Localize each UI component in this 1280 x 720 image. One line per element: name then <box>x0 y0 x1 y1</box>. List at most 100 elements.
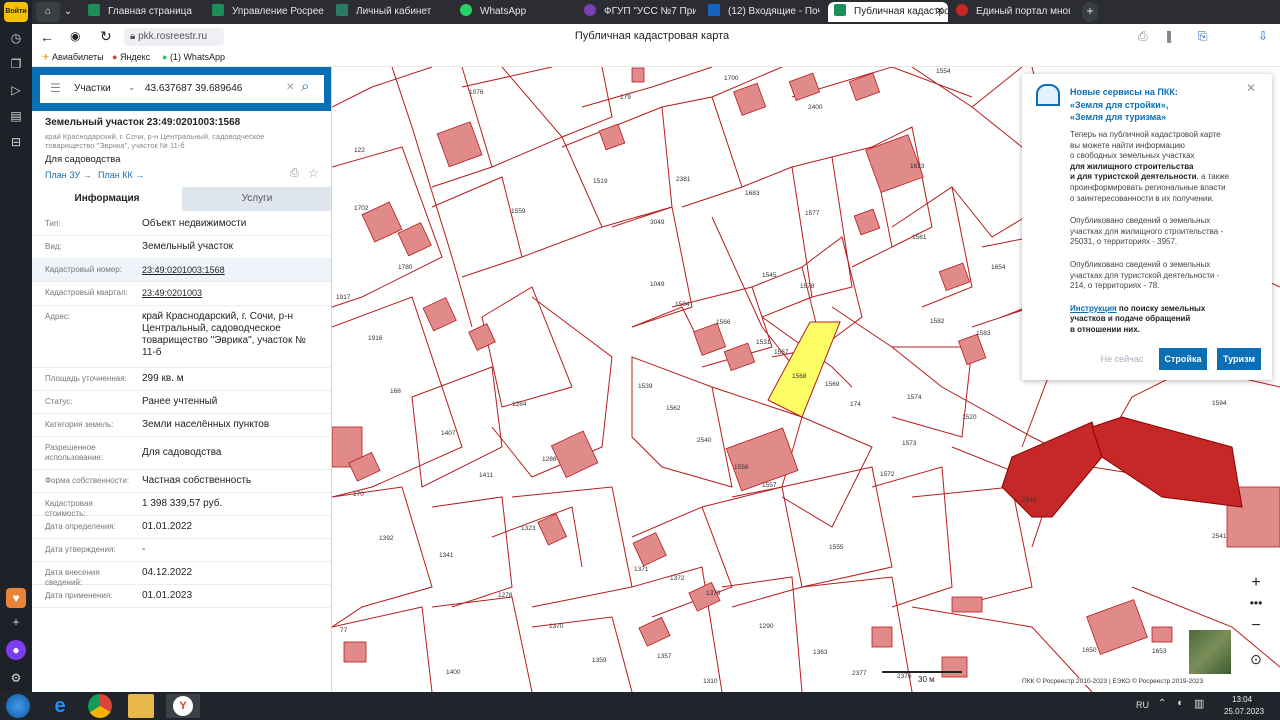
tray-arrow-icon[interactable]: ⌃ <box>1158 698 1166 709</box>
clear-icon[interactable]: ✕ <box>286 82 294 93</box>
tab-fgup[interactable]: ФГУП "УСС №7 При Сп <box>584 2 696 22</box>
cadastral-quarter-link[interactable]: 23:49:0201003 <box>142 287 322 299</box>
print-icon[interactable]: ⎙ <box>290 167 299 180</box>
tab-pkk[interactable]: Публичная кадастров ✕ <box>828 2 948 22</box>
map-label: 1583 <box>976 330 991 337</box>
map-label: 1531 <box>756 339 771 346</box>
table-row: Дата применения: 01.01.2023 <box>32 585 331 608</box>
play-icon[interactable]: ▷ <box>6 80 26 100</box>
back-icon[interactable]: ← <box>40 29 54 45</box>
more-icon[interactable]: ••• <box>1244 596 1268 616</box>
add-icon[interactable]: + <box>6 612 26 632</box>
collections-icon[interactable]: ❐ <box>6 54 26 74</box>
map-label: 1702 <box>354 205 369 212</box>
map-label: 2540 <box>697 437 712 444</box>
zoom-in-button[interactable]: + <box>1244 574 1268 594</box>
close-icon[interactable]: ✕ <box>1246 81 1256 95</box>
search-box: ☰ Участки ⌄ 43.637687 39.689646 ✕ ⌕ <box>40 75 324 103</box>
map-label: 1545 <box>762 272 777 279</box>
tab-info[interactable]: Информация <box>32 187 182 211</box>
address-bar: ← ◉ ↻ 🔒︎ pkk.rosreestr.ru Публичная када… <box>32 24 1280 50</box>
map-label: 1654 <box>991 264 1006 271</box>
alice-icon[interactable]: ● <box>6 640 26 660</box>
map-label: 1594 <box>1212 400 1227 407</box>
yandex-browser-icon[interactable]: Y <box>166 694 200 718</box>
tab-mail[interactable]: (12) Входящие - Почта <box>708 2 820 22</box>
chevron-down-icon[interactable]: ⌄ <box>128 82 136 93</box>
yandex-icon: ● <box>112 52 120 62</box>
map-label: 1411 <box>479 472 493 479</box>
clock-time: 13:04 <box>1232 695 1253 704</box>
map-label: 1567 <box>774 349 789 356</box>
map-label: 1581 <box>912 234 927 241</box>
ie-icon[interactable]: e <box>48 694 72 718</box>
tab-favicon <box>956 4 968 16</box>
yandex-logo[interactable]: Войти <box>4 2 28 22</box>
zoom-out-button[interactable]: − <box>1244 617 1268 637</box>
tab-home-icon[interactable]: ⌂ <box>36 2 60 22</box>
notes-icon[interactable]: ▤ <box>6 106 26 126</box>
plan-kk-link[interactable]: План КК → <box>98 170 144 180</box>
star-icon[interactable]: ☆ <box>308 166 319 180</box>
table-row: Адрес: край Краснодарский, г. Сочи, р-н Ц… <box>32 306 331 368</box>
share-icon[interactable]: ⎘ <box>1198 29 1208 44</box>
plan-zu-link[interactable]: План ЗУ → <box>45 170 92 180</box>
map-label: 1554 <box>936 68 951 75</box>
new-services-popup: ✕ Новые сервисы на ПКК: «Земля для строй… <box>1022 74 1272 380</box>
bookmark-yandex[interactable]: ● Яндекс <box>112 52 150 62</box>
tab-favicon <box>834 4 846 16</box>
translate-icon[interactable]: ⎙ <box>1138 29 1148 44</box>
map-label: 1584 <box>675 301 690 308</box>
satellite-thumbnail[interactable] <box>1188 629 1232 675</box>
network-icon[interactable]: ▥ <box>1194 697 1204 710</box>
tab-lichny[interactable]: Личный кабинет <box>336 2 448 22</box>
parcel-purpose: Для садоводства <box>45 154 121 165</box>
tab-whatsapp[interactable]: WhatsApp <box>460 2 572 22</box>
profile-icon[interactable]: ◉ <box>70 29 80 43</box>
tab-services[interactable]: Услуги <box>182 187 331 211</box>
tab-menu-icon[interactable]: ⌄ <box>62 2 74 22</box>
downloads-icon[interactable]: ⊟ <box>6 132 26 152</box>
bookmark-aviabilety[interactable]: ✈ Авиабилеты <box>42 52 104 63</box>
popup-text: о свободных земельных участках <box>1070 151 1195 161</box>
chrome-icon[interactable] <box>88 694 112 718</box>
settings-icon[interactable]: ⚙ <box>6 668 26 688</box>
map-label: 1566 <box>716 319 731 326</box>
bookmark-icon[interactable]: ❚ <box>1164 29 1174 43</box>
location-icon[interactable]: ⊙ <box>1246 651 1266 671</box>
app-icon[interactable]: ♥ <box>6 588 26 608</box>
new-tab-button[interactable]: + <box>1082 2 1098 22</box>
start-icon[interactable] <box>6 694 30 718</box>
volume-icon[interactable]: ◖ <box>1176 697 1183 709</box>
tab-gosuslugi[interactable]: Единый портал многоф <box>956 2 1070 22</box>
map-label: 1290 <box>759 623 774 630</box>
bookmark-whatsapp[interactable]: ● (1) WhatsApp <box>162 52 225 62</box>
search-icon[interactable]: ⌕ <box>301 78 309 95</box>
scale-label: 30 м <box>918 675 935 684</box>
folder-icon[interactable] <box>128 694 154 718</box>
popup-text: 214, о территориях - 78. <box>1070 281 1160 291</box>
later-button[interactable]: Не сейчас <box>1094 348 1150 370</box>
reload-icon[interactable]: ↻ <box>100 28 112 45</box>
menu-icon[interactable]: ☰ <box>50 81 61 95</box>
tab-upravlenie[interactable]: Управление Росреестр <box>212 2 324 22</box>
table-row: Вид: Земельный участок <box>32 236 331 259</box>
close-icon[interactable]: ✕ <box>936 2 944 22</box>
history-icon[interactable]: ◷ <box>6 28 26 48</box>
map-label: 1653 <box>1152 648 1167 655</box>
search-input[interactable]: 43.637687 39.689646 <box>145 83 242 94</box>
stroika-button[interactable]: Стройка <box>1159 348 1207 370</box>
download-icon[interactable]: ⇩ <box>1258 29 1268 43</box>
map-label: 77 <box>340 627 348 634</box>
turizm-button[interactable]: Туризм <box>1217 348 1261 370</box>
tab-glavnaya[interactable]: Главная страница <box>88 2 206 22</box>
table-row: Кадастровый номер: 23:49:0201003:1568 <box>32 259 331 282</box>
table-row: Дата утверждения: - <box>32 539 331 562</box>
url-field[interactable]: 🔒︎ pkk.rosreestr.ru <box>124 28 224 46</box>
cadastral-number-link[interactable]: 23:49:0201003:1568 <box>142 264 322 276</box>
map-label: 1341 <box>439 552 454 559</box>
language-indicator[interactable]: RU <box>1136 700 1149 710</box>
map-label: 1278 <box>498 592 513 599</box>
instruction-link[interactable]: Инструкция <box>1070 304 1117 313</box>
category-select[interactable]: Участки <box>74 83 111 94</box>
